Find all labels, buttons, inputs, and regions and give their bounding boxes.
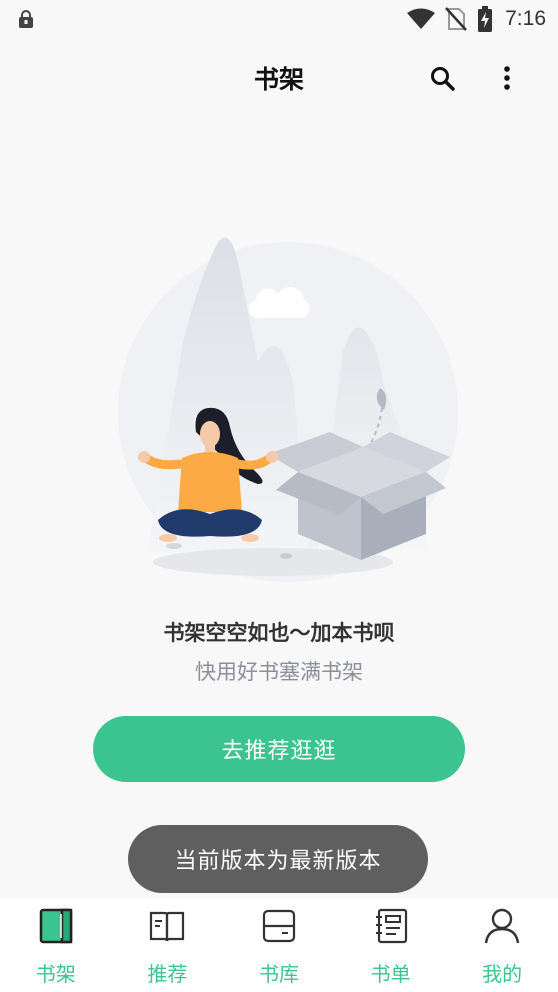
nav-item-recommend[interactable]: 推荐: [112, 898, 224, 992]
battery-charging-icon: [478, 6, 493, 32]
empty-bookshelf-illustration: [118, 237, 458, 582]
nav-label: 我的: [482, 962, 523, 986]
lock-icon: [19, 10, 33, 28]
status-time: 7:16: [505, 7, 546, 30]
library-icon: [259, 906, 299, 946]
open-book-icon: [147, 906, 187, 946]
booklist-icon: [371, 906, 411, 946]
status-bar: 7:16: [0, 0, 558, 40]
app-header: 书架: [0, 40, 558, 118]
go-recommend-button[interactable]: 去推荐逛逛: [93, 716, 465, 782]
nav-label: 书库: [258, 962, 299, 986]
nav-label: 书架: [35, 962, 76, 986]
page-title: 书架: [253, 65, 304, 94]
toast-message: 当前版本为最新版本: [128, 825, 428, 893]
bottom-nav: 书架 推荐 书库 书单 我的: [0, 898, 558, 992]
wifi-icon: [407, 8, 436, 29]
nav-label: 推荐: [147, 962, 188, 986]
empty-state-title: 书架空空如也～加本书呗: [163, 621, 395, 645]
more-vert-icon[interactable]: [494, 64, 520, 94]
nav-label: 书单: [370, 962, 411, 986]
nav-item-booklist[interactable]: 书单: [335, 898, 447, 992]
nav-item-bookshelf[interactable]: 书架: [0, 898, 112, 992]
nav-item-profile[interactable]: 我的: [446, 898, 558, 992]
bookshelf-icon: [36, 906, 76, 946]
empty-state-subtitle: 快用好书塞满书架: [195, 660, 363, 684]
no-sim-icon: [445, 7, 468, 31]
profile-icon: [482, 906, 522, 946]
nav-item-library[interactable]: 书库: [223, 898, 335, 992]
search-icon[interactable]: [428, 64, 458, 94]
